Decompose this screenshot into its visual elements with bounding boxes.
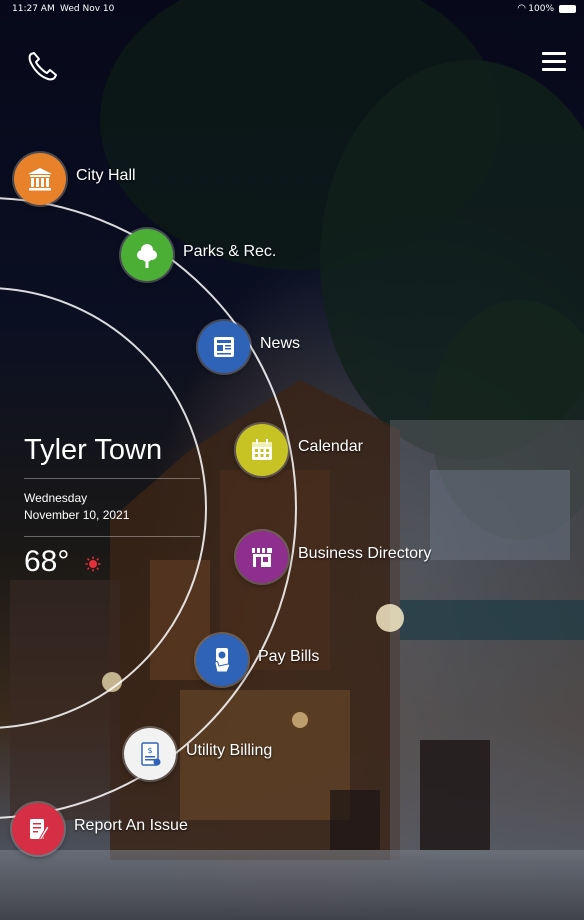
- nav-label: Utility Billing: [186, 742, 273, 759]
- divider: [24, 536, 200, 537]
- nav-label: City Hall: [76, 167, 136, 184]
- nav-label: Report An Issue: [74, 817, 188, 834]
- status-time: 11:27 AM: [12, 4, 55, 14]
- nav-item-business-directory[interactable]: Business Directory: [236, 531, 446, 591]
- tree-icon: [137, 244, 157, 268]
- battery-percent: 100%: [528, 4, 554, 14]
- nav-icon-circle: [236, 531, 288, 583]
- nav-icon-circle: [14, 153, 66, 205]
- nav-icon-circle: [236, 424, 288, 476]
- nav-label: Business Directory: [298, 545, 432, 562]
- nav-icon-circle: [12, 803, 64, 855]
- pay-bills-icon: [214, 648, 231, 673]
- nav-item-parks-rec[interactable]: Parks & Rec.: [121, 229, 321, 289]
- home-screen: 11:27 AM Wed Nov 10 ◠ 100% Tyler Town We…: [0, 0, 584, 920]
- nav-item-utility-billing[interactable]: $ Utility Billing: [124, 728, 304, 788]
- newspaper-icon: [214, 337, 234, 357]
- nav-item-news[interactable]: News: [198, 321, 338, 381]
- divider: [24, 478, 200, 479]
- sun-icon: [85, 556, 101, 572]
- nav-label: Parks & Rec.: [183, 243, 277, 260]
- city-hall-icon: [28, 168, 52, 191]
- utility-bill-icon: $: [141, 742, 161, 766]
- weekday: Wednesday: [24, 491, 88, 505]
- nav-label: Pay Bills: [258, 648, 320, 665]
- nav-label: News: [260, 335, 301, 352]
- phone-button[interactable]: [22, 46, 62, 86]
- nav-icon-circle: [121, 229, 173, 281]
- svg-text:$: $: [147, 746, 152, 755]
- nav-icon-circle: $: [124, 728, 176, 780]
- hamburger-menu-icon: [542, 52, 566, 71]
- current-date: November 10, 2021: [24, 508, 130, 522]
- storefront-icon: [252, 548, 272, 567]
- temperature: 68°: [24, 545, 70, 578]
- nav-item-pay-bills[interactable]: Pay Bills: [196, 634, 356, 694]
- nav-item-report-an-issue[interactable]: Report An Issue: [12, 803, 212, 863]
- menu-button[interactable]: [534, 46, 574, 78]
- calendar-icon: [252, 439, 272, 460]
- wifi-icon: ◠: [517, 3, 526, 14]
- phone-icon: [28, 52, 57, 81]
- town-name: Tyler Town: [24, 434, 163, 466]
- nav-icon-circle: [198, 321, 250, 373]
- nav-icon-circle: [196, 634, 248, 686]
- nav-label: Calendar: [298, 438, 363, 455]
- status-bar: 11:27 AM Wed Nov 10 ◠ 100%: [0, 0, 584, 18]
- status-date: Wed Nov 10: [60, 4, 115, 14]
- nav-item-calendar[interactable]: Calendar: [236, 424, 396, 484]
- report-issue-icon: [30, 819, 50, 841]
- nav-item-city-hall[interactable]: City Hall: [14, 153, 194, 213]
- battery-icon: [559, 5, 576, 13]
